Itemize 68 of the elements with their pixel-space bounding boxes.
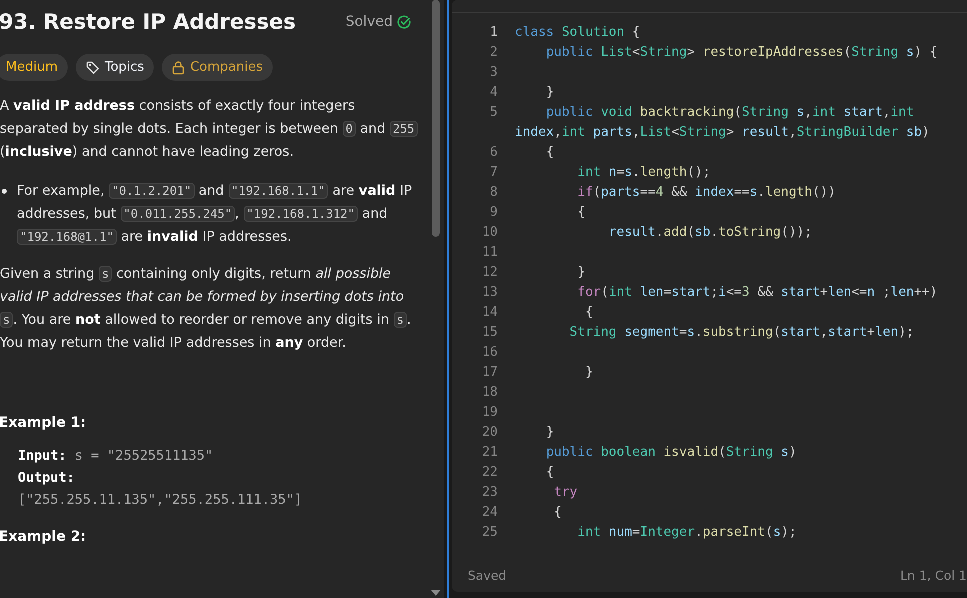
code-line: }	[545, 424, 556, 442]
code-line: public List<String> restoreIpAddresses(String s) {	[545, 44, 939, 62]
scroll-down-arrow-icon[interactable]	[431, 590, 441, 596]
code-line: {	[584, 304, 594, 322]
input-value: s = "25525511135"	[74, 448, 214, 464]
line-number: 19	[481, 404, 499, 422]
line-number: 6	[489, 144, 499, 162]
code-line: }	[584, 364, 594, 382]
line-number: 24	[481, 504, 499, 522]
line-number: 1	[489, 24, 499, 42]
code-line: {	[545, 464, 556, 482]
line-number: 18	[481, 384, 499, 402]
line-number: 12	[481, 264, 499, 282]
code-line: int n=s.length();	[576, 164, 712, 182]
example-heading: Example 2:	[0, 529, 88, 545]
bullet-text: For example, "0.1.2.201" and "192.168.1.1" are valid IP addresses, but "0.011.255.245" , "192.168.1.312" and "192.168@1.1" are invalid IP addresses.	[17, 182, 414, 247]
description-paragraph: A valid IP address consists of exactly four integers separated by single dots. Each integer is between 0 and 255 (inclusive) and cannot have leading zeros.	[0, 95, 420, 164]
code-line: if(parts==4 && index==s.length())	[576, 184, 837, 202]
line-number: 5	[489, 104, 499, 122]
code-line: result.add(sb.toString());	[608, 224, 814, 242]
line-number: 10	[481, 224, 499, 242]
line-number: 17	[481, 364, 499, 382]
output-value: ["255.255.11.135","255.255.111.35"]	[18, 491, 304, 510]
line-number: 15	[481, 324, 499, 342]
line-number: 3	[489, 64, 499, 82]
companies-tag[interactable]: Companies	[162, 54, 274, 81]
code-line: class Solution {	[515, 24, 642, 42]
lock-icon	[172, 60, 186, 74]
topics-tag[interactable]: Topics	[76, 54, 154, 81]
line-number: 13	[481, 284, 499, 302]
code-line: }	[576, 264, 586, 282]
difficulty-tag[interactable]: Medium	[0, 54, 68, 81]
line-number: 7	[489, 164, 499, 182]
description-paragraph: Given a string s containing only digits, return all possible valid IP addresses that can be formed by inserting dots into s . You are not allowed to reorder or remove any digits in s . You may return the valid IP addresses in any order.	[0, 265, 412, 353]
code-line: for(int len=start;i<=3 && start+len<=n ;len++)	[576, 284, 939, 302]
input-label: Input:	[18, 448, 67, 464]
example-heading: Example 1:	[0, 415, 88, 431]
line-number: 21	[481, 444, 499, 462]
cursor-position: Ln 1, Col 1	[900, 568, 967, 582]
code-line: }	[545, 84, 556, 102]
solved-status: Solved	[346, 14, 393, 30]
tag-icon	[86, 60, 100, 74]
code-line: public void backtracking(String s,int start,int index,int parts,List<String> result,StringBuilder sb)	[515, 104, 931, 142]
panel-divider[interactable]	[447, 0, 449, 598]
code-line: public boolean isvalid(String s)	[545, 444, 798, 462]
problem-title: 93. Restore IP Addresses	[0, 10, 296, 34]
check-circle-icon	[397, 14, 412, 30]
line-number: 11	[481, 244, 499, 262]
save-status: Saved	[468, 568, 507, 582]
line-number: 8	[489, 184, 499, 202]
line-number: 22	[481, 464, 499, 482]
line-number: 16	[481, 344, 499, 362]
line-number: 23	[481, 484, 499, 502]
code-line: int num=Integer.parseInt(s);	[576, 524, 798, 542]
line-number: 20	[481, 424, 499, 442]
scrollbar-thumb[interactable]	[432, 0, 440, 237]
line-number: 25	[481, 524, 499, 542]
code-line: {	[553, 504, 563, 522]
code-line: String segment=s.substring(start,start+len);	[568, 324, 916, 342]
line-number: 9	[489, 204, 499, 222]
code-line: try	[553, 484, 579, 502]
code-line: {	[576, 204, 586, 222]
bullet-dot	[2, 189, 7, 194]
line-number: 4	[489, 84, 499, 102]
code-line: {	[545, 144, 556, 162]
line-number: 14	[481, 304, 499, 322]
line-number: 2	[489, 44, 499, 62]
output-label: Output:	[18, 469, 76, 488]
